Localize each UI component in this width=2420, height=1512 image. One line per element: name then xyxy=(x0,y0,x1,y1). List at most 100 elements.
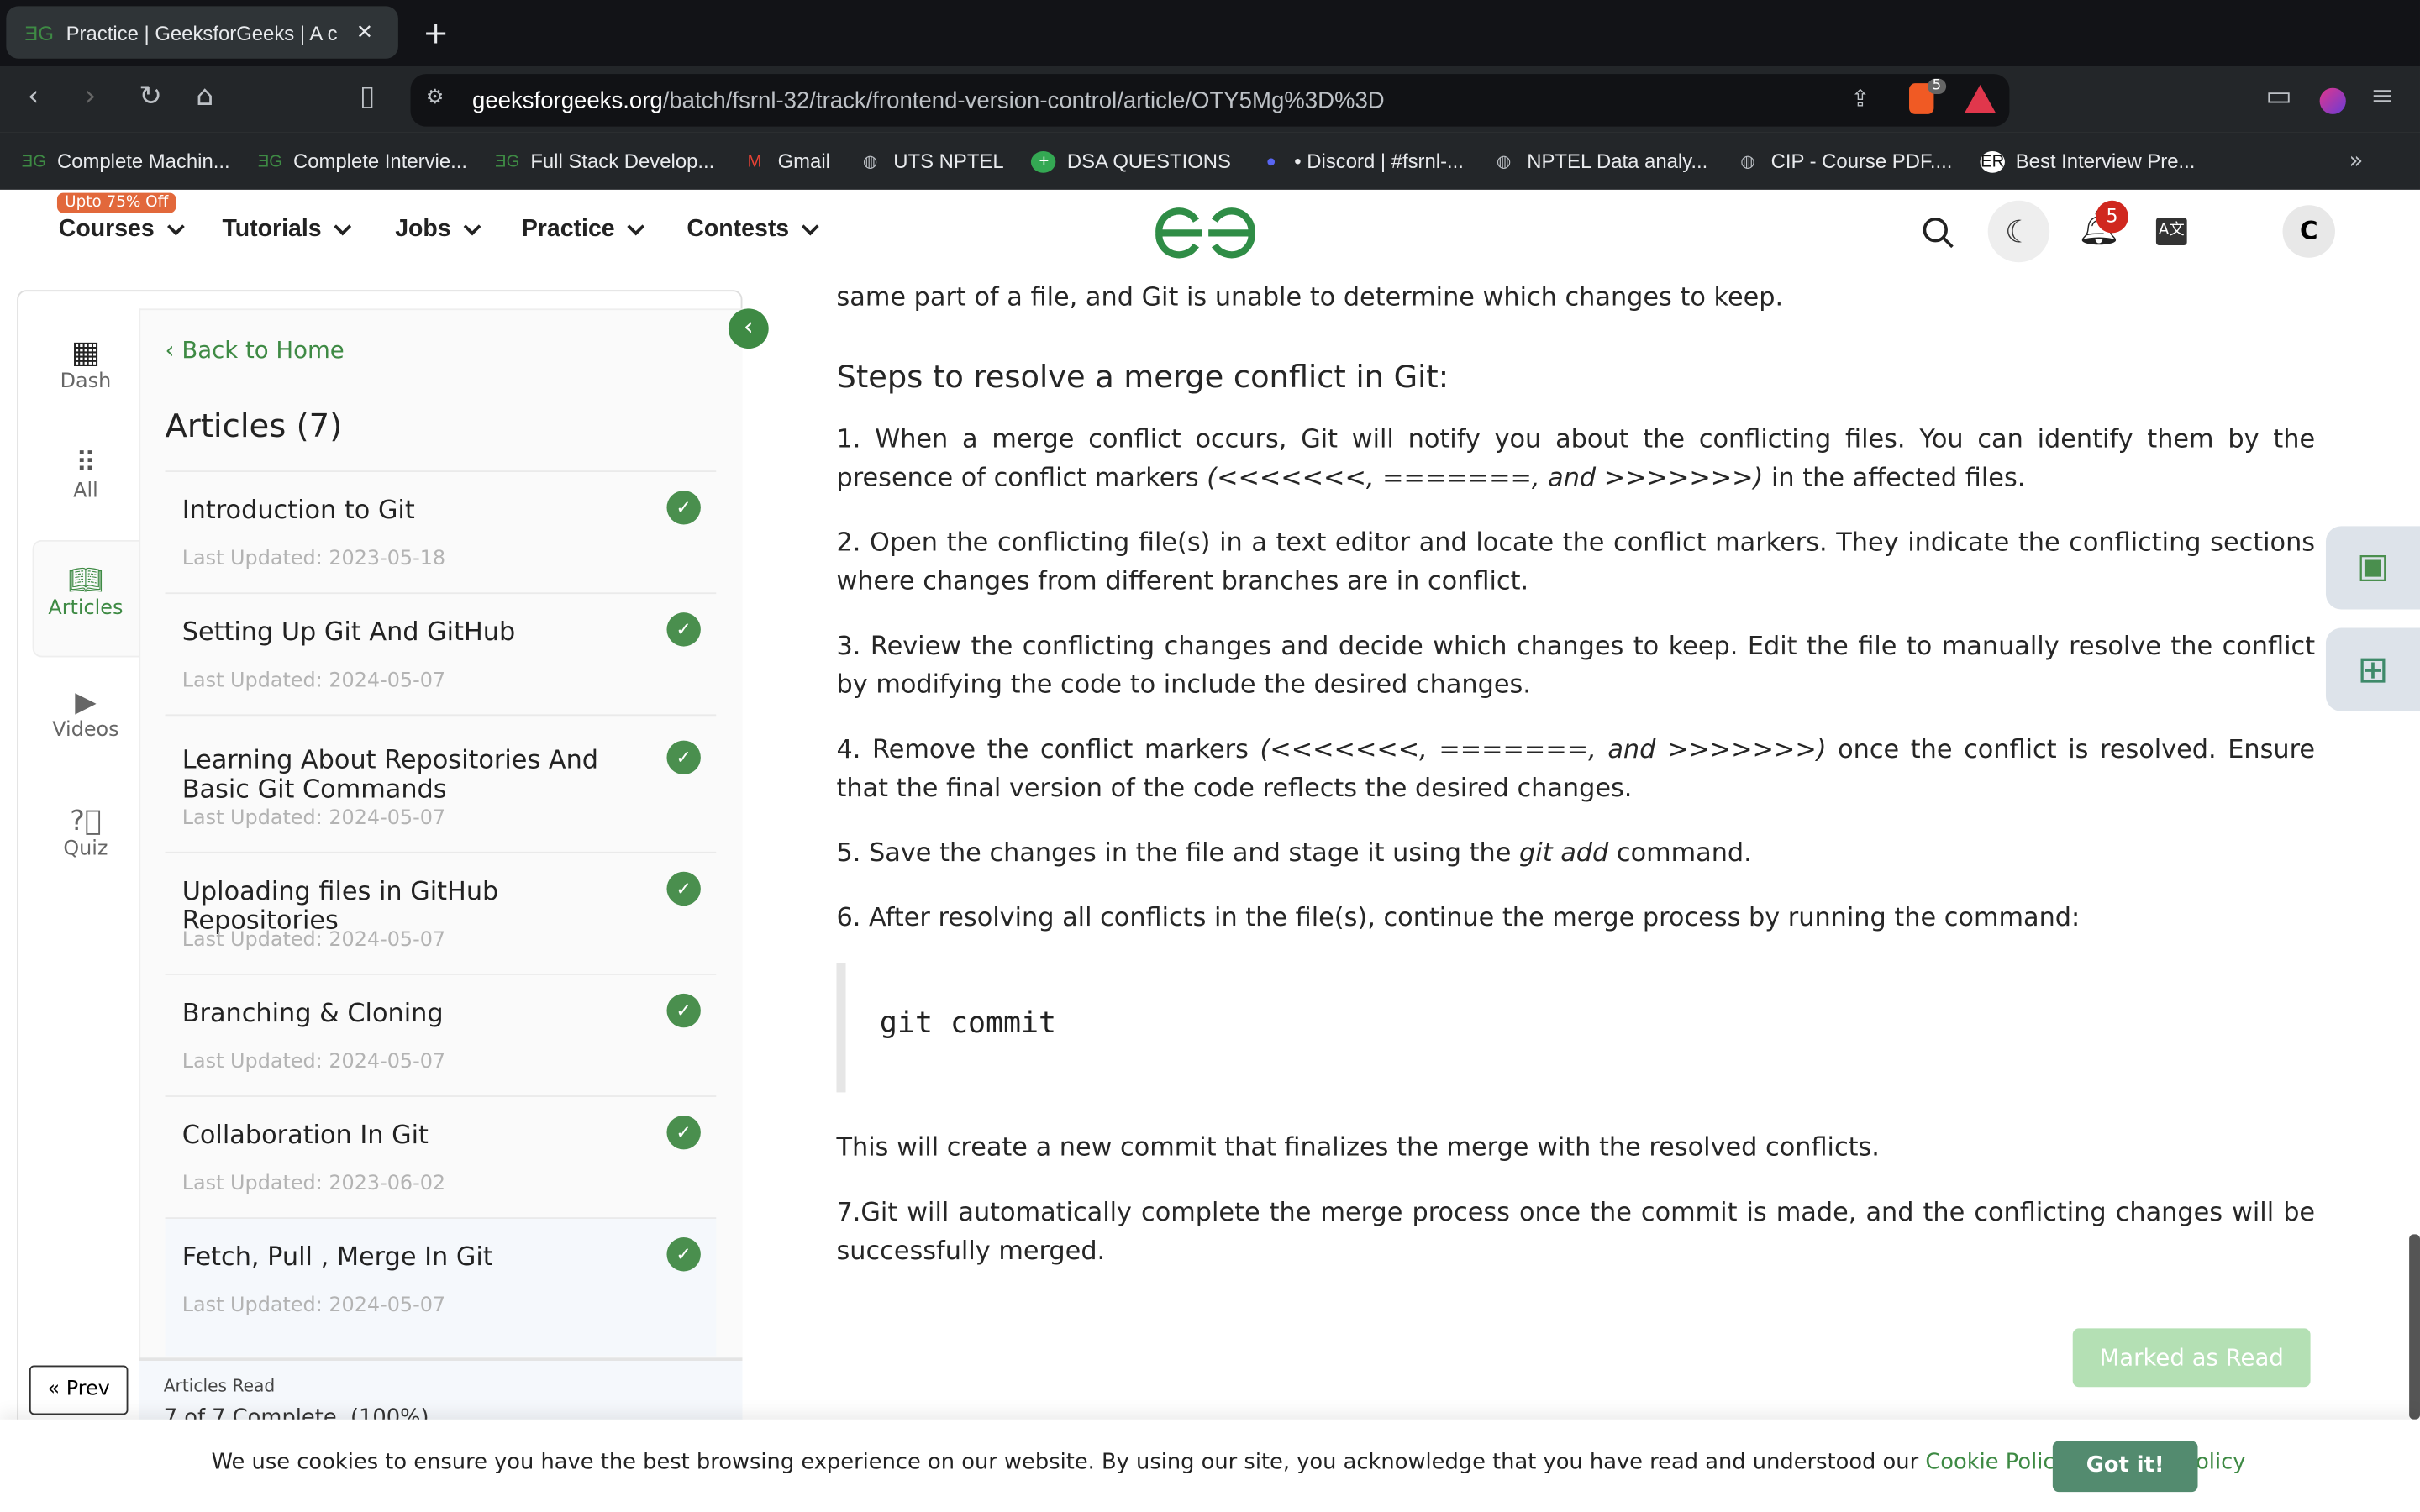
article-list-item[interactable]: Collaboration In Git Last Updated: 2023-0… xyxy=(165,1095,717,1217)
article-list-item[interactable]: Branching & Cloning Last Updated: 2024-05… xyxy=(165,973,717,1095)
bookmark-item[interactable]: + DSA QUESTIONS xyxy=(1031,150,1231,173)
text: We use cookies to ensure you have the be… xyxy=(211,1450,1926,1475)
rail-all[interactable]: ⠿ All xyxy=(33,448,139,503)
bookmark-label: • Discord | #fsrnl-... xyxy=(1294,150,1464,173)
bookmark-item[interactable]: M Gmail xyxy=(742,150,830,173)
nav-jobs[interactable]: Jobs xyxy=(395,216,481,244)
article-title: Uploading files in GitHub Repositories xyxy=(182,876,499,936)
gfg-icon: ƎG xyxy=(21,151,47,171)
discord-icon: ● xyxy=(1265,151,1276,171)
marked-as-read-button[interactable]: Marked as Read xyxy=(2072,1328,2311,1388)
bookmark-item[interactable]: ● • Discord | #fsrnl-... xyxy=(1259,150,1464,173)
brave-rewards-icon[interactable] xyxy=(1965,85,1996,113)
add-card-icon: ⊞ xyxy=(2357,648,2389,691)
nav-courses[interactable]: Courses xyxy=(58,216,185,244)
bookmark-icon[interactable]: ▯ xyxy=(360,81,375,113)
rail-label: All xyxy=(73,480,98,503)
grid-icon: ⠿ xyxy=(75,447,97,480)
bookmark-label: Best Interview Pre... xyxy=(2015,150,2196,173)
question-icon: ?⃝ xyxy=(70,805,102,838)
book-icon: 📖︎ xyxy=(67,564,103,597)
bookmark-item[interactable]: ƎG Complete Machin... xyxy=(22,150,230,173)
collapse-sidebar-button[interactable]: ‹ xyxy=(728,308,769,349)
offer-badge: Upto 75% Off xyxy=(56,192,176,213)
browser-tab[interactable]: ƎG Practice | GeeksforGeeks | A c ✕ xyxy=(6,6,398,59)
article-content: same part of a file, and Git is unable t… xyxy=(837,278,2316,1358)
tab-title: Practice | GeeksforGeeks | A c xyxy=(66,20,338,45)
reload-icon[interactable]: ↻ xyxy=(139,81,162,113)
translate-icon[interactable]: A文 xyxy=(2155,217,2187,246)
article-list-item[interactable]: Introduction to Git Last Updated: 2023-05… xyxy=(165,470,717,592)
sheets-icon: + xyxy=(1031,150,1057,172)
bookmark-item[interactable]: ƎG Full Stack Develop... xyxy=(495,150,714,173)
globe-icon: ◍ xyxy=(1496,151,1512,171)
bookmark-label: Complete Machin... xyxy=(56,150,230,173)
bookmark-item[interactable]: ER Best Interview Pre... xyxy=(1980,150,2195,173)
chevron-down-icon xyxy=(463,218,481,236)
nav-label: Courses xyxy=(58,216,155,243)
nav-contests[interactable]: Contests xyxy=(687,216,820,244)
chat-icon: ▣ xyxy=(2356,548,2390,586)
back-label: Back to Home xyxy=(182,336,345,365)
url-domain: geeksforgeeks.org xyxy=(472,87,663,113)
step-2: 2. Open the conflicting file(s) in a tex… xyxy=(836,528,2316,596)
article-title: Branching & Cloning xyxy=(182,998,444,1028)
gfg-icon: ƎG xyxy=(24,20,54,45)
url-bar[interactable]: geeksforgeeks.org/batch/fsrnl-32/track/f… xyxy=(410,74,2010,127)
rail-videos[interactable]: ▶ Videos xyxy=(33,686,139,742)
back-icon[interactable]: ‹ xyxy=(28,81,39,113)
nav-practice[interactable]: Practice xyxy=(522,216,645,244)
got-it-button[interactable]: Got it! xyxy=(2052,1441,2198,1493)
avatar[interactable]: C xyxy=(2282,205,2335,258)
share-icon[interactable]: ⇪ xyxy=(1850,85,1870,113)
article-list-item[interactable]: Learning About Repositories And Basic Gi… xyxy=(165,714,717,851)
nav-label: Contests xyxy=(687,216,790,243)
discussion-button[interactable]: ▣ xyxy=(2325,526,2420,610)
scrollbar-thumb[interactable] xyxy=(2409,1234,2420,1420)
site-settings-icon[interactable]: ⚙ xyxy=(426,87,444,110)
rail-dash[interactable]: ▦ Dash xyxy=(33,333,139,394)
bookmark-item[interactable]: ◍ CIP - Course PDF.... xyxy=(1735,150,1952,173)
bookmark-item[interactable]: ◍ NPTEL Data analy... xyxy=(1491,150,1707,173)
step-5: 5. Save the changes in the file and stag… xyxy=(837,833,2316,872)
forward-icon[interactable]: › xyxy=(85,81,96,113)
chevron-down-icon xyxy=(802,218,820,236)
chevron-left-icon: ‹ xyxy=(165,336,182,365)
article-list-item[interactable]: Uploading files in GitHub Repositories La… xyxy=(165,851,717,974)
new-tab-button[interactable]: + xyxy=(423,14,449,51)
wallet-icon[interactable]: ▭ xyxy=(2265,81,2291,113)
dark-mode-toggle[interactable]: ☾ xyxy=(1987,200,2050,263)
cookie-banner: We use cookies to ensure you have the be… xyxy=(0,1419,2420,1512)
nav-tutorials[interactable]: Tutorials xyxy=(222,216,352,244)
gfg-logo[interactable] xyxy=(1153,207,1258,259)
profile-icon[interactable] xyxy=(2319,87,2346,114)
cookie-policy-link[interactable]: Cookie Policy xyxy=(1925,1451,2067,1475)
article-list-item[interactable]: Fetch, Pull , Merge In Git Last Updated: … xyxy=(165,1217,717,1357)
bookmark-label: Gmail xyxy=(777,150,830,173)
text: in the affected files. xyxy=(1763,463,2026,492)
close-tab-icon[interactable]: ✕ xyxy=(356,20,373,45)
home-icon[interactable]: ⌂ xyxy=(196,81,213,113)
menu-icon[interactable]: ≡ xyxy=(2370,81,2394,113)
article-list-item[interactable]: Setting Up Git And GitHub Last Updated: 2… xyxy=(165,592,717,714)
article-title: Setting Up Git And GitHub xyxy=(182,617,516,647)
search-icon[interactable] xyxy=(1920,214,1957,251)
check-icon: ✓ xyxy=(666,740,701,775)
brave-badge: 5 xyxy=(1928,78,1946,95)
add-note-button[interactable]: ⊞ xyxy=(2325,627,2420,711)
prev-button[interactable]: « Prev xyxy=(29,1365,129,1415)
articles-title: Articles (7) xyxy=(165,407,343,444)
bookmark-item[interactable]: ƎG Complete Intervie... xyxy=(258,150,467,173)
more-bookmarks-icon[interactable]: » xyxy=(2349,146,2364,174)
back-to-home-link[interactable]: ‹ Back to Home xyxy=(166,336,345,364)
url-path: /batch/fsrnl-32/track/frontend-version-c… xyxy=(662,87,1385,113)
check-icon: ✓ xyxy=(666,871,701,906)
bookmarks-bar: ƎG Complete Machin... ƎG Complete Intervie.… xyxy=(0,132,2420,190)
step-1: 1. When a merge conflict occurs, Git wil… xyxy=(837,420,2316,497)
bookmark-label: UTS NPTEL xyxy=(893,150,1004,173)
gfg-icon: ƎG xyxy=(495,151,520,171)
rail-quiz[interactable]: ?⃝ Quiz xyxy=(33,806,139,861)
rail-articles[interactable]: 📖︎ Articles xyxy=(33,564,139,620)
step-6: 6. After resolving all conflicts in the … xyxy=(836,902,2081,932)
bookmark-item[interactable]: ◍ UTS NPTEL xyxy=(858,150,1004,173)
